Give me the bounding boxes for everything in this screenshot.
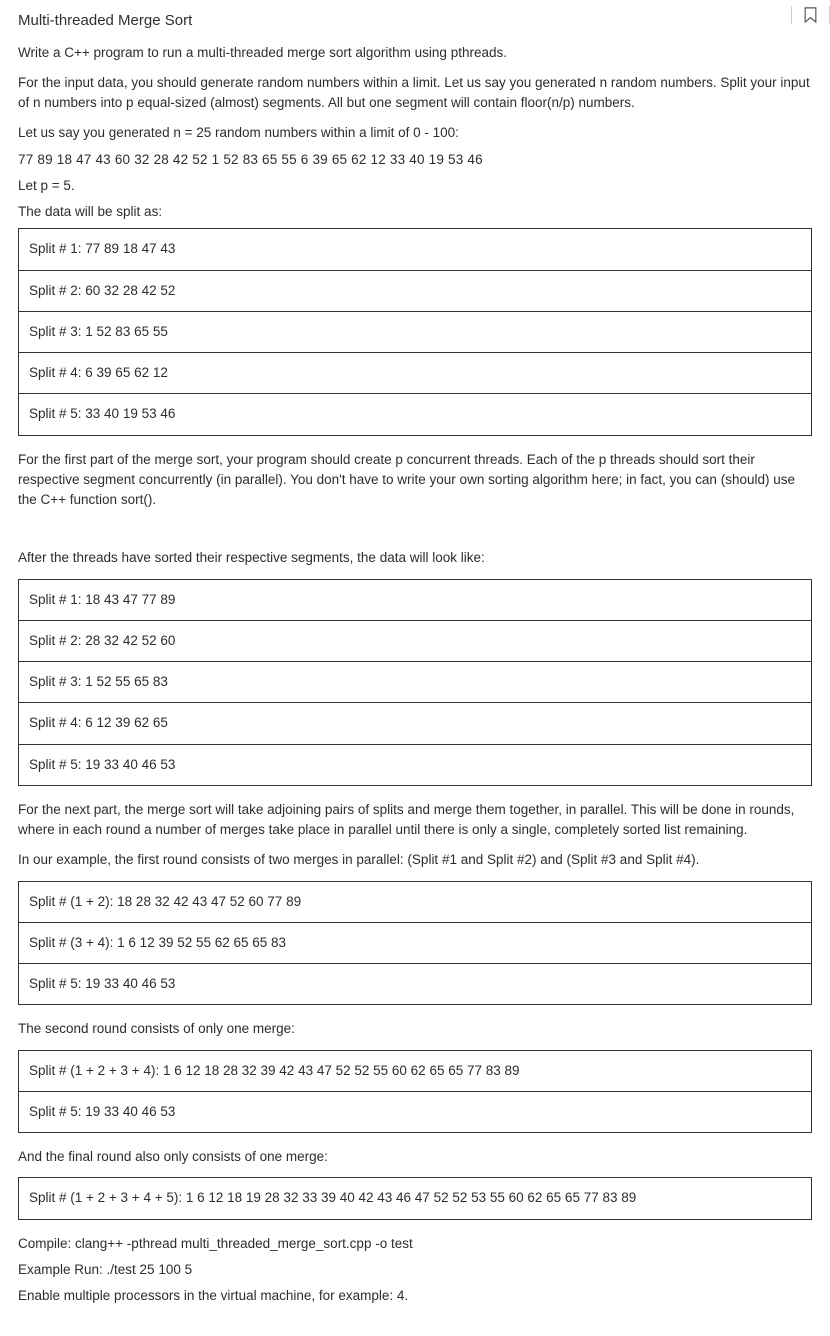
first-part-paragraph: For the first part of the merge sort, yo… xyxy=(18,450,812,511)
round2-splits-table: Split # (1 + 2 + 3 + 4): 1 6 12 18 28 32… xyxy=(18,1050,812,1134)
next-part-paragraph: For the next part, the merge sort will t… xyxy=(18,800,812,841)
table-row: Split # 3: 1 52 83 65 55 xyxy=(19,311,812,352)
table-row: Split # (1 + 2): 18 28 32 42 43 47 52 60… xyxy=(19,881,812,922)
vm-processor-line: Enable multiple processors in the virtua… xyxy=(18,1286,812,1306)
final-splits-table: Split # (1 + 2 + 3 + 4 + 5): 1 6 12 18 1… xyxy=(18,1177,812,1219)
round1-splits-table: Split # (1 + 2): 18 28 32 42 43 47 52 60… xyxy=(18,881,812,1006)
top-right-icon-bar xyxy=(791,6,830,24)
table-row: Split # 5: 19 33 40 46 53 xyxy=(19,1091,812,1132)
round1-intro-paragraph: In our example, the first round consists… xyxy=(18,850,812,870)
final-round-intro-line: And the final round also only consists o… xyxy=(18,1147,812,1167)
input-description-paragraph: For the input data, you should generate … xyxy=(18,73,812,114)
table-row: Split # 3: 1 52 55 65 83 xyxy=(19,662,812,703)
compile-command-line: Compile: clang++ -pthread multi_threaded… xyxy=(18,1234,812,1254)
table-row: Split # 2: 60 32 28 42 52 xyxy=(19,270,812,311)
table-row: Split # 5: 33 40 19 53 46 xyxy=(19,394,812,435)
table-row: Split # (3 + 4): 1 6 12 39 52 55 62 65 6… xyxy=(19,922,812,963)
table-row: Split # (1 + 2 + 3 + 4 + 5): 1 6 12 18 1… xyxy=(19,1178,812,1219)
table-row: Split # 5: 19 33 40 46 53 xyxy=(19,744,812,785)
table-row: Split # 2: 28 32 42 52 60 xyxy=(19,620,812,661)
table-row: Split # 4: 6 12 39 62 65 xyxy=(19,703,812,744)
table-row: Split # 1: 18 43 47 77 89 xyxy=(19,579,812,620)
page-title: Multi-threaded Merge Sort xyxy=(18,10,812,33)
table-row: Split # (1 + 2 + 3 + 4): 1 6 12 18 28 32… xyxy=(19,1050,812,1091)
initial-splits-table: Split # 1: 77 89 18 47 43 Split # 2: 60 … xyxy=(18,228,812,435)
table-row: Split # 4: 6 39 65 62 12 xyxy=(19,353,812,394)
after-sorted-intro-line: After the threads have sorted their resp… xyxy=(18,548,812,568)
let-p-line: Let p = 5. xyxy=(18,176,812,196)
random-numbers-line: 77 89 18 47 43 60 32 28 42 52 1 52 83 65… xyxy=(18,150,812,170)
bookmark-icon[interactable] xyxy=(804,7,817,23)
example-intro-line: Let us say you generated n = 25 random n… xyxy=(18,123,812,143)
table-row: Split # 5: 19 33 40 46 53 xyxy=(19,964,812,1005)
intro-paragraph: Write a C++ program to run a multi-threa… xyxy=(18,43,812,63)
table-row: Split # 1: 77 89 18 47 43 xyxy=(19,229,812,270)
sorted-splits-table: Split # 1: 18 43 47 77 89 Split # 2: 28 … xyxy=(18,579,812,786)
divider xyxy=(791,6,792,24)
data-split-intro-line: The data will be split as: xyxy=(18,202,812,222)
round2-intro-line: The second round consists of only one me… xyxy=(18,1019,812,1039)
example-run-line: Example Run: ./test 25 100 5 xyxy=(18,1260,812,1280)
